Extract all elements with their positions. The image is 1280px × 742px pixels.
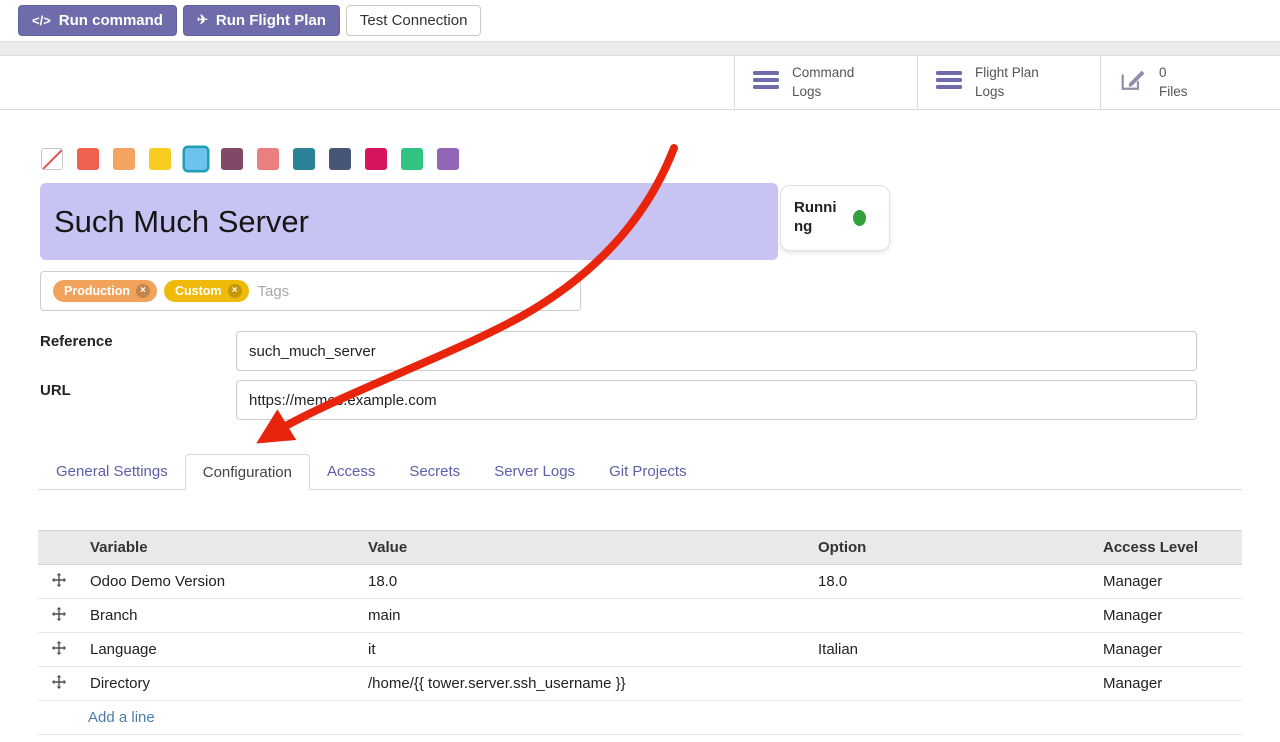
action-toolbar: </> Run command ✈ Run Flight Plan Test C… — [0, 0, 1280, 40]
cell-variable[interactable]: Language — [80, 633, 358, 667]
color-swatch[interactable] — [77, 148, 99, 170]
tab-general-settings[interactable]: General Settings — [39, 454, 185, 489]
drag-handle-icon[interactable] — [52, 642, 66, 659]
cell-option[interactable] — [808, 599, 1093, 633]
url-input[interactable] — [236, 380, 1197, 420]
files-count: 0 — [1159, 65, 1167, 80]
cell-access-level[interactable]: Manager — [1093, 599, 1242, 633]
flight-plan-logs-button[interactable]: Flight Plan Logs — [917, 56, 1100, 109]
cell-option[interactable] — [808, 667, 1093, 701]
tag-remove-icon[interactable]: × — [228, 284, 242, 298]
command-logs-label: Command Logs — [792, 64, 878, 100]
tag-remove-icon[interactable]: × — [136, 284, 150, 298]
tab-secrets[interactable]: Secrets — [392, 454, 477, 489]
code-icon: </> — [32, 13, 51, 28]
color-swatch[interactable] — [401, 148, 423, 170]
status-running-dot — [853, 210, 866, 226]
tab-configuration[interactable]: Configuration — [185, 454, 310, 490]
cell-access-level[interactable]: Manager — [1093, 565, 1242, 599]
cell-variable[interactable]: Odoo Demo Version — [80, 565, 358, 599]
server-name-input[interactable]: Such Much Server — [40, 183, 778, 260]
color-swatch-none[interactable] — [41, 148, 63, 170]
cell-variable[interactable]: Branch — [80, 599, 358, 633]
flight-plan-logs-label: Flight Plan Logs — [975, 64, 1061, 100]
toolbar-divider-strip — [0, 41, 1280, 56]
stat-button-group: Command Logs Flight Plan Logs 0 Files — [734, 56, 1280, 109]
color-swatch[interactable] — [113, 148, 135, 170]
color-swatch[interactable] — [221, 148, 243, 170]
column-header-value: Value — [358, 531, 808, 565]
table-row[interactable]: Directory /home/{{ tower.server.ssh_user… — [38, 667, 1242, 701]
run-flight-plan-button[interactable]: ✈ Run Flight Plan — [183, 5, 340, 36]
cell-option[interactable]: Italian — [808, 633, 1093, 667]
cell-value[interactable]: 18.0 — [358, 565, 808, 599]
color-swatch[interactable] — [257, 148, 279, 170]
files-count-label: 0 Files — [1159, 64, 1245, 100]
plane-icon: ✈ — [197, 12, 208, 28]
cell-access-level[interactable]: Manager — [1093, 633, 1242, 667]
cell-option[interactable]: 18.0 — [808, 565, 1093, 599]
cell-value[interactable]: /home/{{ tower.server.ssh_username }} — [358, 667, 808, 701]
files-label: Files — [1159, 84, 1188, 99]
status-card: Running — [780, 185, 890, 251]
column-header-access-level: Access Level — [1093, 531, 1242, 565]
cell-value[interactable]: it — [358, 633, 808, 667]
test-connection-label: Test Connection — [360, 12, 468, 29]
configuration-table: Variable Value Option Access Level Odoo … — [38, 530, 1242, 735]
column-header-variable: Variable — [80, 531, 358, 565]
notebook-tabs: General Settings Configuration Access Se… — [38, 454, 1242, 490]
tag-production: Production × — [53, 280, 157, 302]
table-row[interactable]: Language it Italian Manager — [38, 633, 1242, 667]
drag-column-header — [38, 531, 80, 565]
color-palette — [41, 148, 459, 170]
command-logs-button[interactable]: Command Logs — [734, 56, 917, 109]
run-flight-plan-label: Run Flight Plan — [216, 12, 326, 29]
tag-custom: Custom × — [164, 280, 249, 302]
server-form-page: </> Run command ✈ Run Flight Plan Test C… — [0, 0, 1280, 742]
list-icon — [936, 70, 962, 95]
list-icon — [753, 70, 779, 95]
tab-access[interactable]: Access — [310, 454, 392, 489]
tags-input[interactable]: Production × Custom × Tags — [40, 271, 581, 311]
files-button[interactable]: 0 Files — [1100, 56, 1280, 109]
status-text: Running — [794, 199, 844, 237]
edit-icon — [1119, 68, 1146, 97]
reference-label: Reference — [40, 333, 113, 350]
drag-handle-icon[interactable] — [52, 676, 66, 693]
cell-variable[interactable]: Directory — [80, 667, 358, 701]
url-label: URL — [40, 382, 71, 399]
table-row[interactable]: Branch main Manager — [38, 599, 1242, 633]
table-header-row: Variable Value Option Access Level — [38, 531, 1242, 565]
color-swatch[interactable] — [365, 148, 387, 170]
dropdown-caret-icon[interactable] — [556, 289, 566, 295]
cell-access-level[interactable]: Manager — [1093, 667, 1242, 701]
test-connection-button[interactable]: Test Connection — [346, 5, 482, 36]
tag-label: Production — [64, 284, 130, 298]
run-command-label: Run command — [59, 12, 163, 29]
column-header-option: Option — [808, 531, 1093, 565]
color-swatch[interactable] — [329, 148, 351, 170]
reference-input[interactable] — [236, 331, 1197, 371]
form-header-bar: Command Logs Flight Plan Logs 0 Files — [0, 56, 1280, 110]
tab-git-projects[interactable]: Git Projects — [592, 454, 704, 489]
tags-placeholder: Tags — [258, 283, 290, 300]
color-swatch-selected[interactable] — [185, 148, 207, 170]
color-swatch[interactable] — [437, 148, 459, 170]
cell-value[interactable]: main — [358, 599, 808, 633]
color-swatch[interactable] — [293, 148, 315, 170]
drag-handle-icon[interactable] — [52, 574, 66, 591]
add-line-row: Add a line — [38, 701, 1242, 735]
add-a-line-link[interactable]: Add a line — [88, 709, 155, 726]
tag-label: Custom — [175, 284, 222, 298]
drag-handle-icon[interactable] — [52, 608, 66, 625]
table-row[interactable]: Odoo Demo Version 18.0 18.0 Manager — [38, 565, 1242, 599]
tab-server-logs[interactable]: Server Logs — [477, 454, 592, 489]
run-command-button[interactable]: </> Run command — [18, 5, 177, 36]
color-swatch[interactable] — [149, 148, 171, 170]
